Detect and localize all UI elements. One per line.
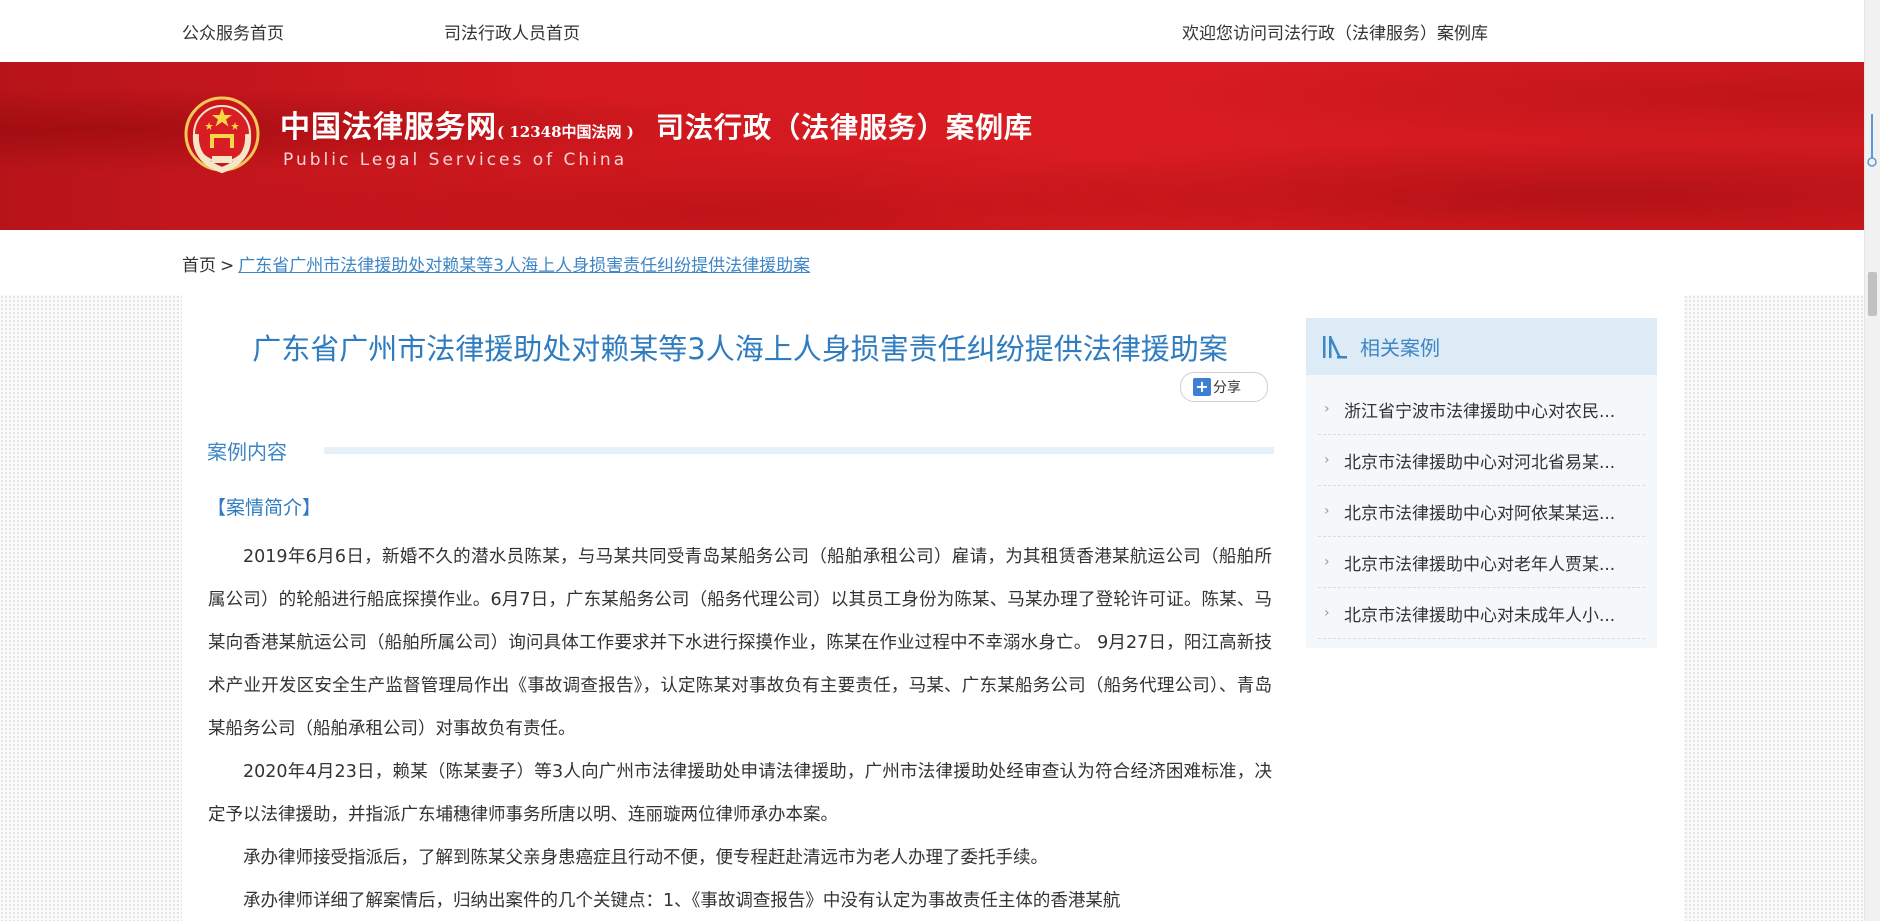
banner-texture	[0, 62, 1864, 230]
bars-icon	[1323, 335, 1347, 358]
share-label: 分享	[1213, 380, 1241, 396]
article-title: 广东省广州市法律援助处对赖某等3人海上人身损害责任纠纷提供法律援助案	[252, 332, 1228, 366]
article-paragraph: 2020年4月23日，赖某（陈某妻子）等3人向广州市法律援助处申请法律援助，广州…	[208, 762, 1272, 825]
welcome-text: 欢迎您访问司法行政（法律服务）案例库	[1182, 24, 1488, 44]
chevron-right-icon: ›	[1324, 503, 1330, 519]
plus-icon: +	[1193, 378, 1211, 396]
related-case-link[interactable]: 北京市法律援助中心对阿依某某运...	[1344, 499, 1645, 524]
breadcrumb-separator: >	[220, 256, 235, 276]
chevron-right-icon: ›	[1324, 605, 1330, 621]
related-cases-sidebar: 相关案例 › 浙江省宁波市法律援助中心对农民... › 北京市法律援助中心对河北省易…	[1306, 318, 1657, 648]
related-case-item[interactable]: › 浙江省宁波市法律援助中心对农民...	[1318, 384, 1645, 435]
article-paragraph: 承办律师详细了解案情后，归纳出案件的几个关键点：1、《事故调查报告》中没有认定为…	[243, 891, 1121, 911]
related-case-item[interactable]: › 北京市法律援助中心对老年人贾某...	[1318, 537, 1645, 588]
scrollbar-thumb[interactable]	[1868, 272, 1877, 316]
share-button[interactable]: + 分享	[1180, 372, 1268, 402]
related-case-link[interactable]: 浙江省宁波市法律援助中心对农民...	[1344, 397, 1645, 422]
judicial-staff-home-link[interactable]: 司法行政人员首页	[444, 19, 580, 44]
related-case-link[interactable]: 北京市法律援助中心对未成年人小...	[1344, 601, 1645, 626]
related-cases-list: › 浙江省宁波市法律援助中心对农民... › 北京市法律援助中心对河北省易某... …	[1318, 384, 1645, 639]
case-intro-heading: 【案情简介】	[207, 497, 322, 519]
national-emblem-icon[interactable]	[182, 94, 262, 176]
case-library-title: 司法行政（法律服务）案例库	[656, 111, 1034, 144]
site-name: 中国法律服务网( 12348中国法网 )	[280, 102, 634, 146]
section-divider	[324, 447, 1274, 454]
breadcrumb-current-link[interactable]: 广东省广州市法律援助处对赖某等3人海上人身损害责任纠纷提供法律援助案	[238, 256, 810, 276]
chevron-right-icon: ›	[1324, 452, 1330, 468]
top-nav-bar: 公众服务首页 司法行政人员首页 欢迎您访问司法行政（法律服务）案例库	[0, 0, 1864, 62]
site-hotline: ( 12348中国法网 )	[497, 123, 634, 141]
breadcrumb-home-link[interactable]: 首页	[182, 256, 216, 276]
related-cases-title: 相关案例	[1360, 336, 1440, 360]
breadcrumb: 首页 > 广东省广州市法律援助处对赖某等3人海上人身损害责任纠纷提供法律援助案	[182, 251, 810, 276]
related-case-item[interactable]: › 北京市法律援助中心对未成年人小...	[1318, 588, 1645, 639]
chevron-right-icon: ›	[1324, 401, 1330, 417]
related-cases-header: 相关案例	[1306, 318, 1657, 375]
site-name-cn: 中国法律服务网	[280, 110, 497, 145]
chevron-right-icon: ›	[1324, 554, 1330, 570]
site-name-en: Public Legal Services of China	[283, 150, 628, 170]
related-case-link[interactable]: 北京市法律援助中心对河北省易某...	[1344, 448, 1645, 473]
related-case-item[interactable]: › 北京市法律援助中心对阿依某某运...	[1318, 486, 1645, 537]
scroll-indicator-icon	[1867, 114, 1877, 167]
article-paragraph: 2019年6月6日，新婚不久的潜水员陈某，与马某共同受青岛某船务公司（船舶承租公…	[208, 547, 1272, 739]
public-service-home-link[interactable]: 公众服务首页	[182, 19, 284, 44]
article-paragraph: 承办律师接受指派后，了解到陈某父亲身患癌症且行动不便，便专程赶赴清远市为老人办理…	[243, 848, 1048, 868]
related-case-item[interactable]: › 北京市法律援助中心对河北省易某...	[1318, 435, 1645, 486]
site-banner: 中国法律服务网( 12348中国法网 ) Public Legal Servic…	[0, 62, 1864, 230]
related-case-link[interactable]: 北京市法律援助中心对老年人贾某...	[1344, 550, 1645, 575]
section-heading: 案例内容	[207, 440, 287, 464]
article-body: 2019年6月6日，新婚不久的潜水员陈某，与马某共同受青岛某船务公司（船舶承租公…	[208, 536, 1272, 923]
